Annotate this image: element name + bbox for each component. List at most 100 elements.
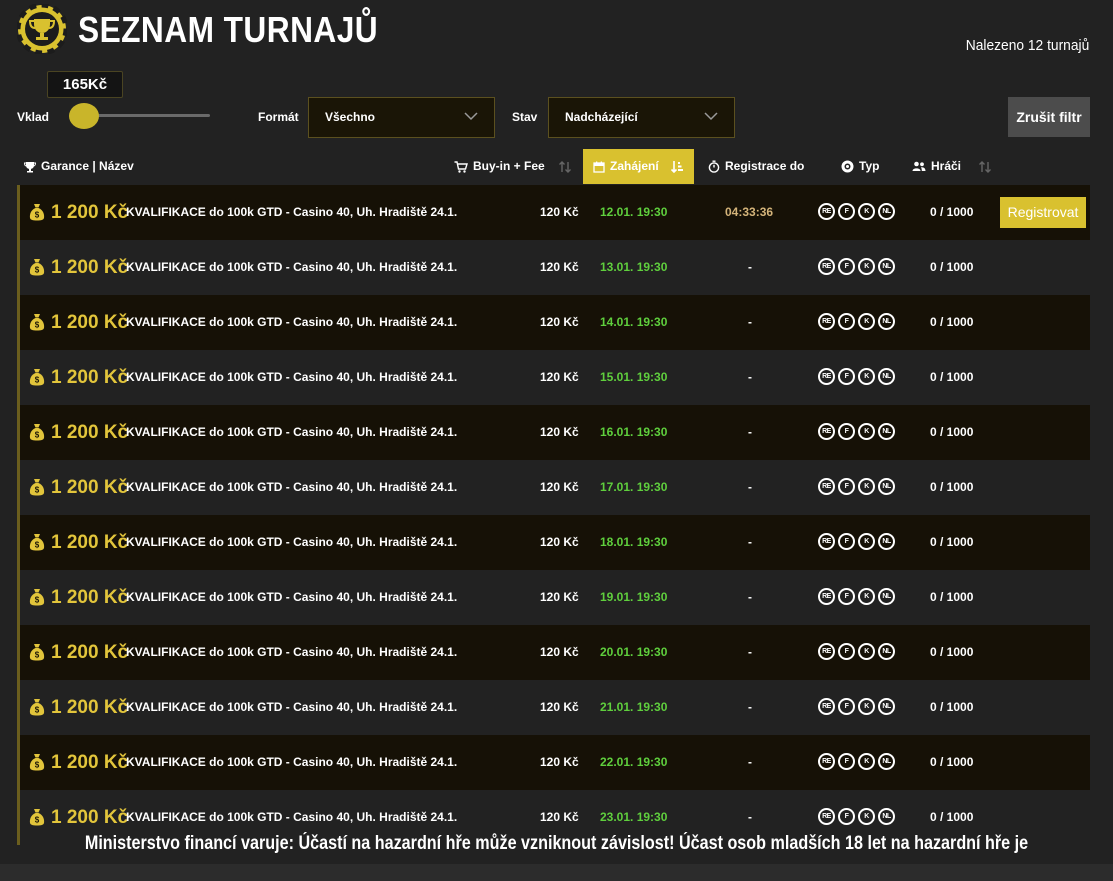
svg-text:$: $ — [35, 211, 40, 220]
type-badge-nl: NL — [878, 588, 895, 605]
registration-until: - — [748, 315, 752, 329]
buyin-value: 120 Kč — [540, 260, 579, 274]
column-header-guarantee-name[interactable]: Garance | Název — [24, 149, 134, 184]
table-row[interactable]: $1 200 Kč KVALIFIKACE do 100k GTD - Casin… — [20, 295, 1090, 350]
tournament-name[interactable]: KVALIFIKACE do 100k GTD - Casino 40, Uh.… — [126, 570, 457, 625]
registration-until: 04:33:36 — [725, 205, 774, 219]
trophy-chip-icon — [17, 4, 67, 54]
column-header-buyin[interactable]: Buy-in + Fee — [454, 149, 545, 184]
type-badge-k: K — [858, 808, 875, 825]
players-count: 0 / 1000 — [930, 590, 974, 604]
tournament-name[interactable]: KVALIFIKACE do 100k GTD - Casino 40, Uh.… — [126, 295, 457, 350]
type-badge-f: F — [838, 478, 855, 495]
start-date: 13.01. 19:30 — [600, 260, 668, 274]
players-count: 0 / 1000 — [930, 755, 974, 769]
type-badges: RE F K NL — [818, 643, 895, 660]
buyin-value: 120 Kč — [540, 425, 579, 439]
users-icon — [912, 161, 926, 171]
tournament-name[interactable]: KVALIFIKACE do 100k GTD - Casino 40, Uh.… — [126, 350, 457, 405]
type-badge-k: K — [858, 698, 875, 715]
buyin-value: 120 Kč — [540, 480, 579, 494]
table-row[interactable]: $1 200 Kč KVALIFIKACE do 100k GTD - Casin… — [20, 405, 1090, 460]
table-row[interactable]: $1 200 Kč KVALIFIKACE do 100k GTD - Casin… — [20, 680, 1090, 735]
registration-until: - — [748, 480, 752, 494]
registration-until: - — [748, 260, 752, 274]
type-badge-f: F — [838, 313, 855, 330]
type-badge-f: F — [838, 533, 855, 550]
players-count: 0 / 1000 — [930, 370, 974, 384]
svg-text:$: $ — [35, 651, 40, 660]
tournament-name[interactable]: KVALIFIKACE do 100k GTD - Casino 40, Uh.… — [126, 515, 457, 570]
type-badges: RE F K NL — [818, 368, 895, 385]
type-badge-f: F — [838, 753, 855, 770]
table-row[interactable]: $1 200 Kč KVALIFIKACE do 100k GTD - Casin… — [20, 460, 1090, 515]
buyin-value: 120 Kč — [540, 205, 579, 219]
type-badge-nl: NL — [878, 478, 895, 495]
format-select[interactable]: Všechno — [308, 97, 495, 138]
registration-until: - — [748, 590, 752, 604]
start-date: 21.01. 19:30 — [600, 700, 668, 714]
type-badge-k: K — [858, 423, 875, 440]
table-row[interactable]: $1 200 Kč KVALIFIKACE do 100k GTD - Casin… — [20, 185, 1090, 240]
registration-until: - — [748, 645, 752, 659]
state-select[interactable]: Nadcházející — [548, 97, 735, 138]
deposit-slider-track[interactable] — [84, 114, 210, 117]
tournament-name[interactable]: KVALIFIKACE do 100k GTD - Casino 40, Uh.… — [126, 460, 457, 515]
buyin-value: 120 Kč — [540, 315, 579, 329]
type-badges: RE F K NL — [818, 423, 895, 440]
players-count: 0 / 1000 — [930, 645, 974, 659]
table-row[interactable]: $1 200 Kč KVALIFIKACE do 100k GTD - Casin… — [20, 240, 1090, 295]
type-badge-re: RE — [818, 533, 835, 550]
column-header-registration[interactable]: Registrace do — [708, 149, 804, 184]
column-header-type[interactable]: Typ — [841, 149, 879, 184]
svg-text:$: $ — [35, 596, 40, 605]
guarantee-amount: 1 200 Kč — [51, 312, 129, 333]
register-button[interactable]: Registrovat — [1000, 197, 1086, 228]
tournament-name[interactable]: KVALIFIKACE do 100k GTD - Casino 40, Uh.… — [126, 680, 457, 735]
type-badge-nl: NL — [878, 753, 895, 770]
type-badge-re: RE — [818, 258, 835, 275]
tournament-name[interactable]: KVALIFIKACE do 100k GTD - Casino 40, Uh.… — [126, 185, 457, 240]
clear-filter-button[interactable]: Zrušit filtr — [1008, 97, 1090, 137]
type-badge-f: F — [838, 423, 855, 440]
tournament-name[interactable]: KVALIFIKACE do 100k GTD - Casino 40, Uh.… — [126, 240, 457, 295]
deposit-slider-thumb[interactable] — [69, 103, 99, 129]
money-bag-icon: $ — [29, 699, 45, 716]
table-row[interactable]: $1 200 Kč KVALIFIKACE do 100k GTD - Casin… — [20, 735, 1090, 790]
registration-until: - — [748, 700, 752, 714]
column-header-start[interactable]: Zahájení — [583, 149, 694, 184]
buyin-value: 120 Kč — [540, 370, 579, 384]
table-row[interactable]: $1 200 Kč KVALIFIKACE do 100k GTD - Casin… — [20, 515, 1090, 570]
tournament-name[interactable]: KVALIFIKACE do 100k GTD - Casino 40, Uh.… — [126, 405, 457, 460]
sort-arrows-icon[interactable] — [978, 160, 992, 174]
column-header-buyin-label: Buy-in + Fee — [473, 159, 545, 173]
type-badge-f: F — [838, 368, 855, 385]
type-badge-nl: NL — [878, 808, 895, 825]
sort-arrows-icon[interactable] — [558, 160, 572, 174]
type-badge-f: F — [838, 258, 855, 275]
start-date: 12.01. 19:30 — [600, 205, 668, 219]
page-title: SEZNAM TURNAJŮ — [78, 9, 379, 50]
state-label: Stav — [512, 110, 538, 124]
buyin-value: 120 Kč — [540, 700, 579, 714]
type-badge-nl: NL — [878, 423, 895, 440]
guarantee-amount: 1 200 Kč — [51, 202, 129, 223]
table-row[interactable]: $1 200 Kč KVALIFIKACE do 100k GTD - Casin… — [20, 570, 1090, 625]
table-row[interactable]: $1 200 Kč KVALIFIKACE do 100k GTD - Casin… — [20, 625, 1090, 680]
start-date: 16.01. 19:30 — [600, 425, 668, 439]
format-select-value: Všechno — [325, 110, 376, 124]
column-header-start-label: Zahájení — [610, 159, 659, 173]
registration-until: - — [748, 755, 752, 769]
money-bag-icon: $ — [29, 534, 45, 551]
tournament-name[interactable]: KVALIFIKACE do 100k GTD - Casino 40, Uh.… — [126, 735, 457, 790]
tournament-name[interactable]: KVALIFIKACE do 100k GTD - Casino 40, Uh.… — [126, 625, 457, 680]
type-badges: RE F K NL — [818, 808, 895, 825]
registration-until: - — [748, 535, 752, 549]
type-badge-re: RE — [818, 698, 835, 715]
type-badge-re: RE — [818, 313, 835, 330]
column-header-registration-label: Registrace do — [725, 159, 805, 173]
type-badge-re: RE — [818, 423, 835, 440]
table-row[interactable]: $1 200 Kč KVALIFIKACE do 100k GTD - Casin… — [20, 350, 1090, 405]
sort-ascending-icon[interactable] — [670, 160, 684, 174]
column-header-players[interactable]: Hráči — [912, 149, 961, 184]
